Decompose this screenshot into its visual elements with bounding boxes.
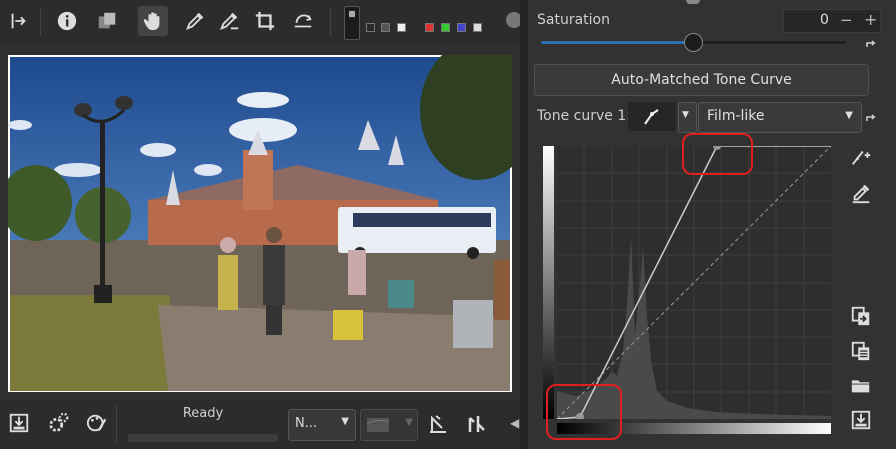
swatch-white[interactable] <box>397 23 406 32</box>
before-after-icon[interactable] <box>92 6 122 36</box>
auto-matched-tone-curve-button[interactable]: Auto-Matched Tone Curve <box>534 64 869 96</box>
scroll-knob <box>686 0 700 4</box>
copy-curve-icon[interactable] <box>848 338 874 364</box>
soft-proof-icon[interactable] <box>464 412 488 440</box>
output-gradient-bar <box>543 146 554 419</box>
chevron-down-icon: ▼ <box>405 417 413 428</box>
plus-button[interactable]: + <box>864 10 877 29</box>
save-curve-icon[interactable] <box>848 407 874 433</box>
panel-divider[interactable] <box>520 0 528 449</box>
straighten-icon[interactable] <box>288 6 318 36</box>
swatch-green[interactable] <box>441 23 450 32</box>
panel-toggle-icon[interactable] <box>4 6 34 36</box>
reset-icon[interactable] <box>864 36 878 55</box>
open-folder-icon[interactable] <box>848 372 874 398</box>
hand-icon[interactable] <box>138 6 168 36</box>
swatch-dark-gray[interactable] <box>381 23 390 32</box>
curve-type-dropdown[interactable]: ▼ <box>678 102 697 133</box>
curve-editor[interactable] <box>556 142 832 421</box>
swatch-light[interactable] <box>473 23 482 32</box>
swatch-red[interactable] <box>425 23 434 32</box>
swatch-blue[interactable] <box>457 23 466 32</box>
save-image-icon[interactable] <box>8 412 30 438</box>
edit-point-icon[interactable] <box>848 144 874 170</box>
curve-mode-select[interactable]: Film-like ▼ <box>698 102 862 133</box>
saturation-slider-fill <box>541 41 693 44</box>
saturation-value[interactable]: 0 <box>820 12 829 28</box>
photo-preview[interactable] <box>0 40 536 392</box>
chevron-down-icon: ▼ <box>682 110 689 120</box>
profile-select-value: N... <box>295 416 318 431</box>
paste-curve-icon[interactable] <box>848 303 874 329</box>
highlight-bottom-point <box>546 384 622 440</box>
crop-icon[interactable] <box>250 6 280 36</box>
swatch-toggle[interactable] <box>344 6 360 40</box>
editor-icon[interactable] <box>86 412 108 438</box>
saturation-label: Saturation <box>537 12 610 28</box>
chevron-down-icon: ▼ <box>845 110 853 121</box>
color-picker-icon[interactable] <box>180 6 210 36</box>
profile-select[interactable]: N... ▼ <box>288 409 356 441</box>
bottom-separator <box>116 404 117 444</box>
progress-bar <box>128 434 278 442</box>
saturation-spinbox[interactable]: 0 − + <box>783 9 881 33</box>
toolbar-separator <box>40 8 41 36</box>
reset-icon[interactable] <box>864 110 878 129</box>
curve-type-button[interactable] <box>628 102 676 131</box>
gear-icon[interactable] <box>48 412 70 438</box>
status-text: Ready <box>182 406 224 421</box>
tone-curve-label: Tone curve 1: <box>537 108 631 124</box>
intent-select[interactable]: ▼ <box>360 409 418 441</box>
white-balance-picker-icon[interactable] <box>214 6 244 36</box>
curve-mode-value: Film-like <box>707 108 765 124</box>
info-icon[interactable] <box>52 6 82 36</box>
chevron-down-icon: ▼ <box>341 416 349 427</box>
pipette-icon[interactable] <box>848 180 874 206</box>
swatch-black[interactable] <box>366 23 375 32</box>
saturation-slider-knob[interactable] <box>684 33 703 52</box>
gamut-check-icon[interactable] <box>426 412 450 440</box>
minus-button[interactable]: − <box>840 11 853 29</box>
toolbar-separator <box>330 8 331 36</box>
chevron-left-icon[interactable]: ◀ <box>510 416 519 430</box>
highlight-top-point <box>682 133 753 175</box>
